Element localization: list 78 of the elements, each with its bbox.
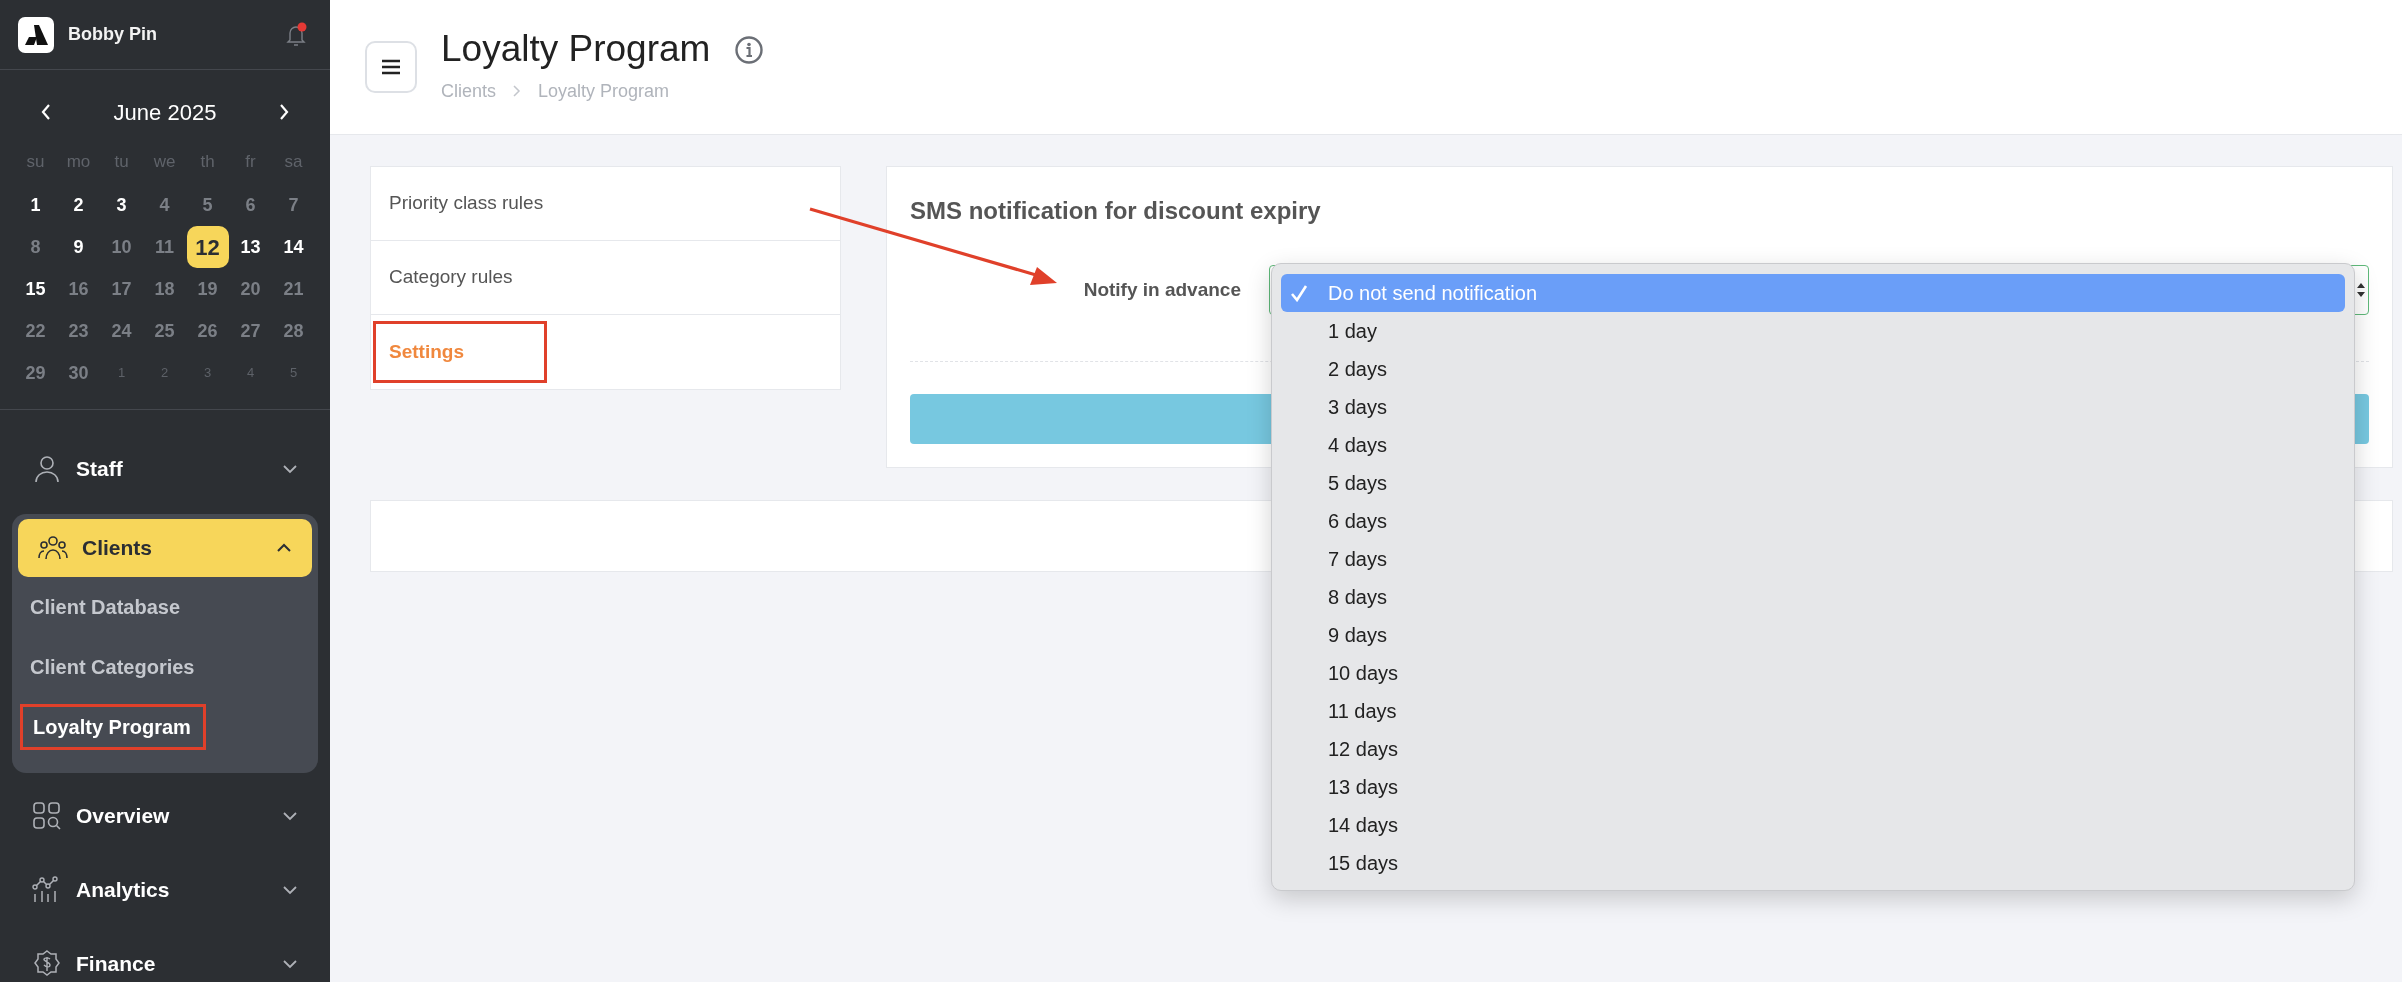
- calendar-day[interactable]: 13: [229, 226, 272, 268]
- dropdown-option[interactable]: 5 days: [1281, 464, 2345, 502]
- dropdown-option[interactable]: 8 days: [1281, 578, 2345, 616]
- calendar-day[interactable]: 28: [272, 310, 315, 352]
- calendar-day[interactable]: 4: [143, 184, 186, 226]
- dropdown-option[interactable]: 6 days: [1281, 502, 2345, 540]
- calendar-day[interactable]: 2: [57, 184, 100, 226]
- calendar-day[interactable]: 15: [14, 268, 57, 310]
- dropdown-option[interactable]: 14 days: [1281, 806, 2345, 844]
- dropdown-option[interactable]: 11 days: [1281, 692, 2345, 730]
- account-name: Bobby Pin: [68, 23, 157, 46]
- calendar-day[interactable]: 14: [272, 226, 315, 268]
- chevron-right-icon: [278, 103, 290, 121]
- dropdown-option[interactable]: 12 days: [1281, 730, 2345, 768]
- calendar-day[interactable]: 24: [100, 310, 143, 352]
- menu-button[interactable]: [365, 41, 417, 93]
- chevron-left-icon: [40, 103, 52, 121]
- logo-mark-icon: [23, 23, 49, 46]
- month-title: June 2025: [113, 98, 217, 127]
- dropdown-option[interactable]: 7 days: [1281, 540, 2345, 578]
- calendar-day[interactable]: 9: [57, 226, 100, 268]
- dropdown-option[interactable]: 10 days: [1281, 654, 2345, 692]
- nav-item[interactable]: Clients: [18, 519, 312, 577]
- nav-item[interactable]: Finance: [12, 935, 318, 982]
- nav-item[interactable]: Staff: [12, 440, 318, 498]
- chevron-up-icon: [276, 543, 292, 553]
- calendar-day[interactable]: 10: [100, 226, 143, 268]
- info-icon[interactable]: [734, 34, 765, 65]
- calendar-day[interactable]: 20: [229, 268, 272, 310]
- calendar-day[interactable]: 11: [143, 226, 186, 268]
- calendar-day[interactable]: 18: [143, 268, 186, 310]
- person-icon: [32, 454, 62, 484]
- nav-item[interactable]: Analytics: [12, 861, 318, 919]
- nav-subitem[interactable]: Loyalty Program: [18, 697, 312, 757]
- field-label: Notify in advance: [1082, 277, 1242, 302]
- bell-with-dot-icon[interactable]: [284, 21, 308, 48]
- page-title: Loyalty Program: [441, 29, 711, 70]
- stepper-arrows-icon: [2356, 282, 2366, 298]
- calendar-day[interactable]: 27: [229, 310, 272, 352]
- card-title: SMS notification for discount expiry: [910, 196, 1322, 226]
- calendar-day[interactable]: 21: [272, 268, 315, 310]
- calendar-day[interactable]: 12: [186, 226, 229, 268]
- calendar-day[interactable]: 7: [272, 184, 315, 226]
- calendar-day[interactable]: 25: [143, 310, 186, 352]
- checkmark-icon: [1290, 284, 1308, 302]
- dropdown-option[interactable]: 9 days: [1281, 616, 2345, 654]
- chevron-right-icon: [512, 84, 523, 99]
- dropdown-option[interactable]: 1 day: [1281, 312, 2345, 350]
- nav-item[interactable]: Overview: [12, 787, 318, 845]
- calendar-day[interactable]: 23: [57, 310, 100, 352]
- grid-search-icon: [32, 801, 62, 831]
- calendar-day[interactable]: 16: [57, 268, 100, 310]
- calendar-day[interactable]: 3: [100, 184, 143, 226]
- calendar-day[interactable]: 5: [186, 184, 229, 226]
- dropdown-option[interactable]: 15 days: [1281, 844, 2345, 882]
- calendar-day[interactable]: 26: [186, 310, 229, 352]
- nav-subitem[interactable]: Client Database: [18, 577, 312, 637]
- calendar-day[interactable]: 6: [229, 184, 272, 226]
- calendar-day[interactable]: 17: [100, 268, 143, 310]
- calendar-day[interactable]: 29: [14, 352, 57, 394]
- dropdown-option[interactable]: 2 days: [1281, 350, 2345, 388]
- chevron-down-icon: [282, 885, 298, 895]
- calendar-day[interactable]: 8: [14, 226, 57, 268]
- dropdown-option[interactable]: 3 days: [1281, 388, 2345, 426]
- calendar-day[interactable]: 22: [14, 310, 57, 352]
- calendar-day[interactable]: 1: [14, 184, 57, 226]
- calendar-day[interactable]: 30: [57, 352, 100, 394]
- dropdown-option[interactable]: 13 days: [1281, 768, 2345, 806]
- dropdown-option[interactable]: 4 days: [1281, 426, 2345, 464]
- chevron-down-icon: [282, 959, 298, 969]
- chevron-down-icon: [282, 811, 298, 821]
- dropdown-option[interactable]: Do not send notification: [1281, 274, 2345, 312]
- calendar-day[interactable]: 19: [186, 268, 229, 310]
- chevron-down-icon: [282, 464, 298, 474]
- breadcrumb-item: Loyalty Program: [538, 79, 670, 103]
- dollar-badge-icon: [32, 949, 62, 979]
- nav-subitem[interactable]: Client Categories: [18, 637, 312, 697]
- menu-icon: [381, 59, 401, 75]
